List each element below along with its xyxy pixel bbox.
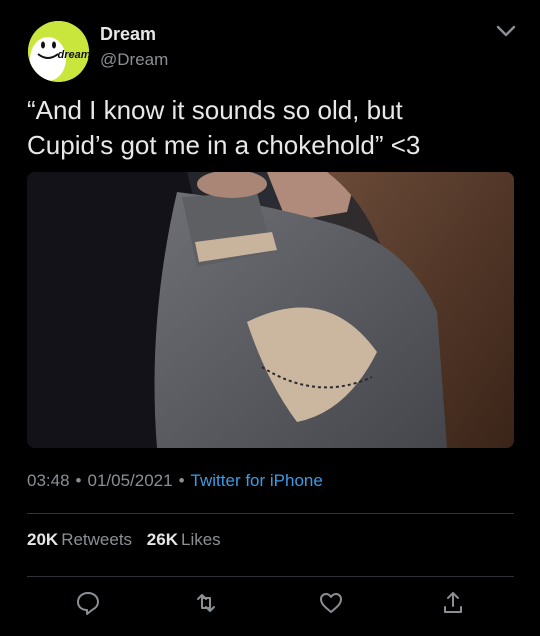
likes-stat[interactable]: 26K Likes [147, 530, 231, 549]
tweet-meta: 03:48 • 01/05/2021 • Twitter for iPhone [27, 471, 323, 491]
display-name[interactable]: Dream [100, 24, 156, 45]
avatar-text: dream [57, 49, 89, 61]
user-handle[interactable]: @Dream [100, 50, 168, 70]
photo-image [27, 172, 514, 448]
divider [27, 513, 514, 514]
avatar[interactable]: dream [28, 21, 89, 82]
share-icon[interactable] [440, 590, 466, 616]
meta-separator: • [178, 471, 185, 490]
retweets-count: 20K [27, 530, 59, 549]
retweet-icon[interactable] [193, 590, 219, 616]
chevron-down-icon[interactable] [495, 20, 517, 42]
tweet-text-line: Cupid’s got me in a chokehold” <3 [27, 130, 421, 160]
dream-logo: dream [28, 21, 89, 82]
tweet-source-link[interactable]: Twitter for iPhone [191, 471, 323, 490]
tweet-time: 03:48 [27, 471, 70, 490]
retweets-stat[interactable]: 20K Retweets [27, 530, 142, 549]
tweet-date: 01/05/2021 [87, 471, 173, 490]
tweet-photo[interactable] [27, 172, 514, 448]
divider [27, 576, 514, 577]
heart-icon[interactable] [318, 590, 344, 616]
tweet-stats: 20K Retweets 26K Likes [27, 530, 231, 550]
meta-separator: • [75, 471, 82, 490]
retweets-label: Retweets [61, 530, 133, 549]
likes-count: 26K [146, 530, 178, 549]
likes-label: Likes [180, 530, 221, 549]
tweet-detail: dream Dream @Dream “And I know it sounds… [0, 0, 540, 636]
reply-icon[interactable] [75, 590, 101, 616]
tweet-text-line: “And I know it sounds so old, but [27, 95, 403, 125]
tweet-text: “And I know it sounds so old, but Cupid’… [27, 93, 517, 163]
